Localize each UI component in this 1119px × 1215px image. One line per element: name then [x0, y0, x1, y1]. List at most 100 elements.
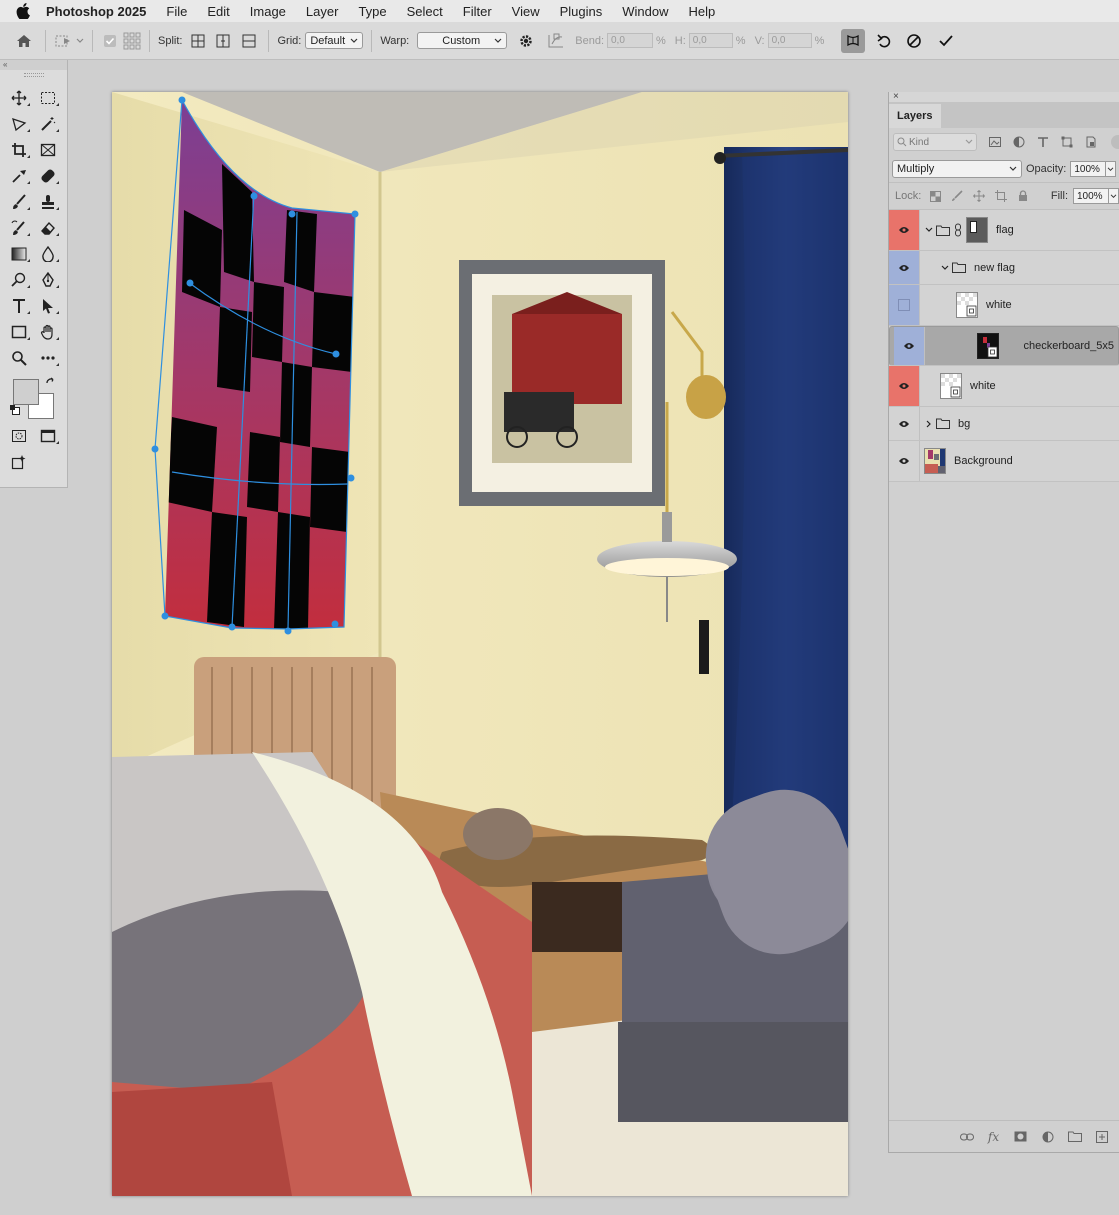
- type-tool-icon[interactable]: [6, 295, 32, 317]
- toolbox-grip[interactable]: [23, 73, 44, 77]
- filter-smart-object-icon[interactable]: [1081, 133, 1101, 151]
- menu-help[interactable]: Help: [689, 4, 716, 19]
- layer-row-new-flag[interactable]: new flag: [889, 251, 1119, 285]
- blur-tool-icon[interactable]: [35, 243, 61, 265]
- quick-mask-icon[interactable]: [6, 425, 32, 447]
- layer-row-bg[interactable]: bg: [889, 407, 1119, 441]
- eyedropper-tool-icon[interactable]: [6, 165, 32, 187]
- layer-visibility-toggle[interactable]: [889, 285, 920, 325]
- gear-icon[interactable]: [515, 30, 537, 52]
- generative-fill-icon[interactable]: [6, 451, 32, 473]
- menu-file[interactable]: File: [166, 4, 187, 19]
- history-brush-tool-icon[interactable]: [6, 217, 32, 239]
- grid-dropdown[interactable]: Default: [305, 32, 364, 49]
- eraser-tool-icon[interactable]: [35, 217, 61, 239]
- warp-dropdown[interactable]: Custom: [417, 32, 508, 49]
- toggle-warp-mesh-button[interactable]: [841, 28, 866, 53]
- layer-visibility-toggle[interactable]: [889, 366, 920, 406]
- split-horizontal-icon[interactable]: [236, 30, 262, 52]
- undo-icon[interactable]: [873, 30, 895, 52]
- menu-layer[interactable]: Layer: [306, 4, 339, 19]
- menu-image[interactable]: Image: [250, 4, 286, 19]
- menu-view[interactable]: View: [512, 4, 540, 19]
- chevron-right-icon[interactable]: [922, 420, 936, 428]
- path-selection-tool-icon[interactable]: [35, 295, 61, 317]
- lock-transparent-pixels-icon[interactable]: [924, 187, 946, 205]
- link-layers-icon[interactable]: [953, 1127, 980, 1147]
- filter-toggle[interactable]: [1111, 135, 1119, 149]
- chevron-down-icon[interactable]: [74, 30, 86, 52]
- layer-mask-thumbnail[interactable]: [966, 217, 988, 243]
- menu-edit[interactable]: Edit: [207, 4, 229, 19]
- layer-row-flag[interactable]: flag: [889, 210, 1119, 251]
- foreground-color-swatch[interactable]: [13, 379, 39, 405]
- layer-row-white[interactable]: white: [889, 366, 1119, 407]
- lock-artboard-icon[interactable]: [990, 187, 1012, 205]
- menu-plugins[interactable]: Plugins: [560, 4, 603, 19]
- kind-filter-dropdown[interactable]: Kind: [893, 133, 977, 151]
- lock-position-icon[interactable]: [968, 187, 990, 205]
- layer-row-white-hidden[interactable]: white: [889, 285, 1119, 326]
- zoom-tool-icon[interactable]: [6, 347, 32, 369]
- new-group-icon[interactable]: [1061, 1127, 1088, 1147]
- chevron-down-icon[interactable]: [922, 227, 936, 233]
- layer-row-checkerboard[interactable]: checkerboard_5x5: [889, 326, 1119, 366]
- transform-tool-icon[interactable]: [52, 30, 74, 52]
- chevron-down-icon[interactable]: [938, 265, 952, 271]
- menu-select[interactable]: Select: [407, 4, 443, 19]
- move-tool-icon[interactable]: [6, 87, 32, 109]
- blend-mode-dropdown[interactable]: Multiply: [892, 160, 1022, 178]
- frame-tool-icon[interactable]: [35, 139, 61, 161]
- collapse-chevron-icon[interactable]: «: [0, 60, 67, 70]
- screen-mode-icon[interactable]: [35, 425, 61, 447]
- layer-row-background[interactable]: Background: [889, 441, 1119, 482]
- apple-icon[interactable]: [14, 3, 32, 19]
- split-crosswise-icon[interactable]: [186, 30, 210, 52]
- rectangle-tool-icon[interactable]: [6, 321, 32, 343]
- split-vertical-icon[interactable]: [210, 30, 236, 52]
- default-colors-icon[interactable]: [10, 405, 20, 415]
- filter-type-icon[interactable]: [1033, 133, 1053, 151]
- commit-transform-icon[interactable]: [935, 30, 957, 52]
- brush-tool-icon[interactable]: [6, 191, 32, 213]
- adjustment-layer-icon[interactable]: [1034, 1127, 1061, 1147]
- dodge-tool-icon[interactable]: [6, 269, 32, 291]
- warp-orientation-icon[interactable]: [545, 30, 567, 52]
- opacity-input[interactable]: 100%: [1070, 161, 1107, 177]
- filter-shape-icon[interactable]: [1057, 133, 1077, 151]
- marquee-tool-icon[interactable]: [35, 87, 61, 109]
- crop-tool-icon[interactable]: [6, 139, 32, 161]
- filter-adjustment-icon[interactable]: [1009, 133, 1029, 151]
- home-icon[interactable]: [13, 30, 35, 52]
- app-name[interactable]: Photoshop 2025: [46, 4, 146, 19]
- menu-filter[interactable]: Filter: [463, 4, 492, 19]
- menu-type[interactable]: Type: [358, 4, 386, 19]
- lasso-tool-icon[interactable]: [6, 113, 32, 135]
- hand-tool-icon[interactable]: [35, 321, 61, 343]
- pen-tool-icon[interactable]: [35, 269, 61, 291]
- layer-visibility-toggle[interactable]: [889, 210, 920, 250]
- fill-dropdown[interactable]: [1109, 188, 1119, 204]
- healing-brush-tool-icon[interactable]: [35, 165, 61, 187]
- menu-window[interactable]: Window: [622, 4, 668, 19]
- opacity-dropdown[interactable]: [1106, 161, 1117, 177]
- gradient-tool-icon[interactable]: [6, 243, 32, 265]
- h-input[interactable]: 0,0: [688, 33, 733, 48]
- close-icon[interactable]: ×: [889, 92, 1119, 102]
- new-layer-icon[interactable]: [1088, 1127, 1115, 1147]
- cancel-transform-icon[interactable]: [903, 30, 925, 52]
- add-mask-icon[interactable]: [1007, 1127, 1034, 1147]
- lock-image-pixels-icon[interactable]: [946, 187, 968, 205]
- layer-visibility-toggle[interactable]: [889, 441, 920, 481]
- reference-point-grid-icon[interactable]: [121, 30, 143, 52]
- tab-layers[interactable]: Layers: [889, 104, 941, 128]
- layer-visibility-toggle[interactable]: [889, 407, 920, 440]
- fill-input[interactable]: 100%: [1073, 188, 1109, 204]
- filter-pixel-icon[interactable]: [985, 133, 1005, 151]
- swap-colors-icon[interactable]: [45, 377, 57, 392]
- reference-point-checkbox[interactable]: [99, 30, 121, 52]
- bend-input[interactable]: 0,0: [607, 33, 653, 48]
- clone-stamp-tool-icon[interactable]: [35, 191, 61, 213]
- fx-icon[interactable]: fx: [980, 1127, 1007, 1147]
- v-input[interactable]: 0,0: [767, 33, 812, 48]
